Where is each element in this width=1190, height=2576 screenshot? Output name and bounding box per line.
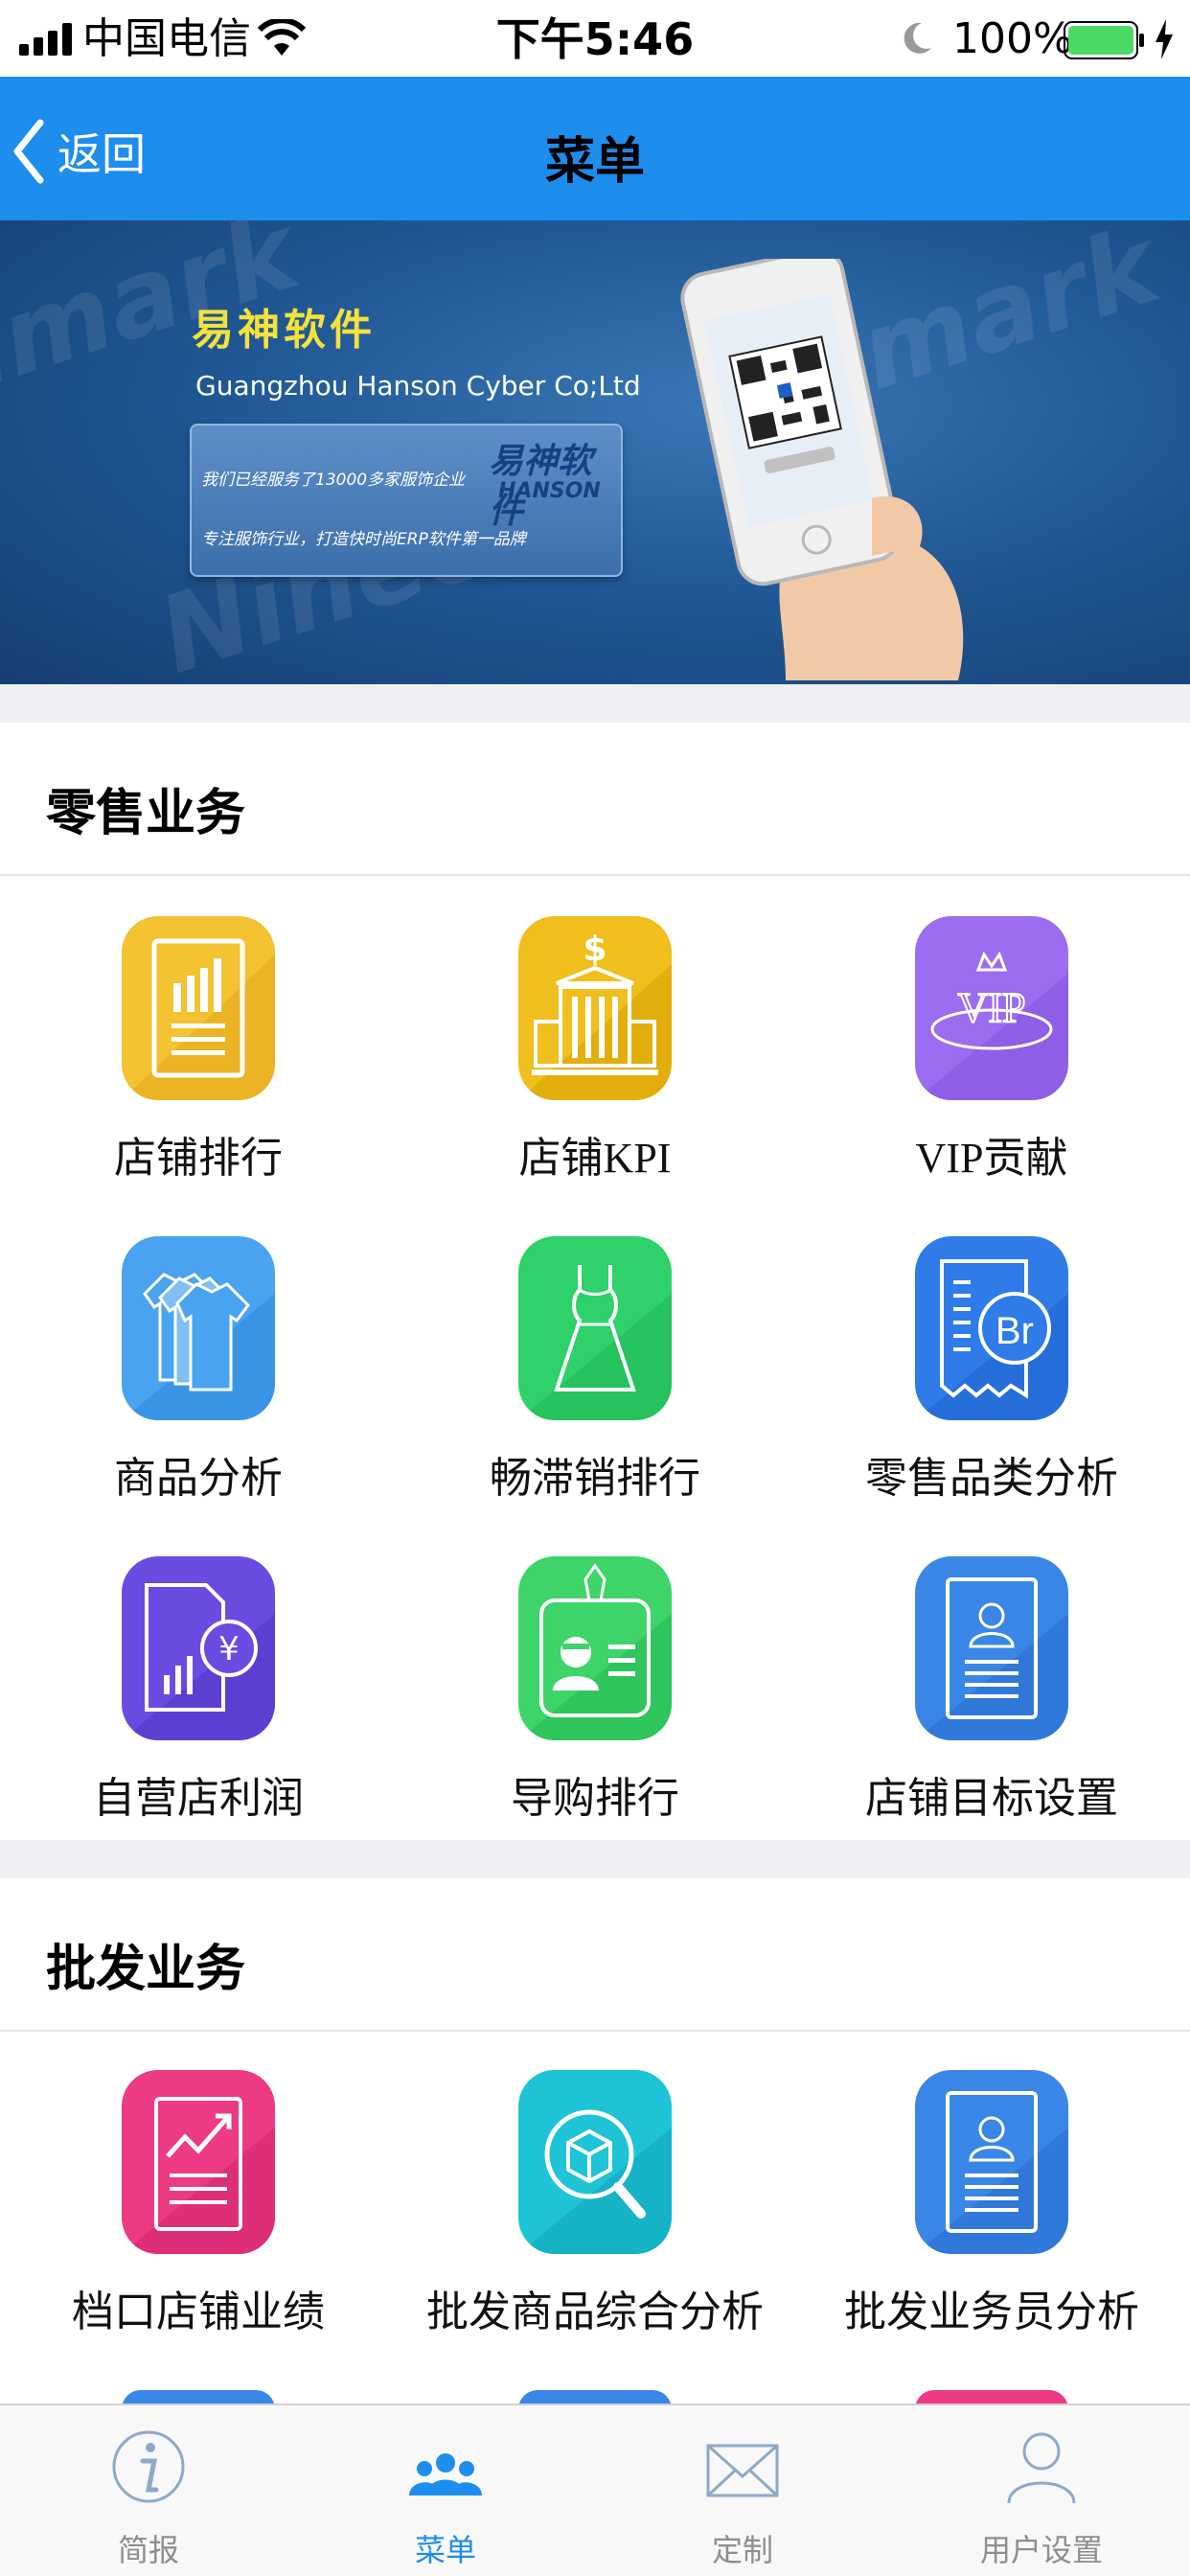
section-title-retail: 零售业务 [46, 785, 246, 842]
info-icon [112, 2430, 185, 2503]
menu-item-label: VIP贡献 [915, 1135, 1068, 1182]
trend-chart-icon [122, 2070, 275, 2254]
section-divider [0, 1840, 1190, 1878]
menu-item-label: 档口店铺业绩 [72, 2288, 325, 2335]
bank-building-icon: $ [518, 916, 672, 1100]
navigation-bar: 返回 菜单 [0, 77, 1190, 220]
menu-item-guide-ranking[interactable]: 导购排行 [397, 1556, 793, 1873]
menu-item-label: 批发业务员分析 [844, 2288, 1139, 2335]
banner-company-en: Guangzhou Hanson Cyber Co;Ltd [195, 370, 641, 402]
menu-item-retail-category-analysis[interactable]: Br 零售品类分析 [793, 1236, 1190, 1552]
promo-banner[interactable]: lmark l mark Nine&Q 易神软件 Guangzhou Hanso… [0, 220, 1190, 684]
menu-item-wholesale-salesperson-analysis[interactable]: 批发业务员分析 [793, 2070, 1190, 2386]
banner-card-line2: 专注服饰行业，打造快时尚ERP软件第一品牌 [201, 530, 526, 549]
banner-card-line1: 我们已经服务了13000多家服饰企业 [201, 471, 466, 490]
menu-item-label: 零售品类分析 [865, 1455, 1118, 1502]
status-bar: 中国电信 下午5:46 100% [0, 0, 1190, 77]
vip-crown-icon: VIP [915, 916, 1068, 1100]
menu-item-label: 商品分析 [114, 1455, 283, 1502]
battery-percent: 100% [952, 14, 1073, 63]
charging-icon [1156, 19, 1173, 59]
yuan-report-icon: ¥ [122, 1556, 275, 1740]
moon-icon [904, 22, 931, 54]
tab-briefing[interactable]: 简报 [0, 2405, 297, 2576]
profile-document-icon [915, 2070, 1068, 2254]
menu-item-vip-contribution[interactable]: VIP VIP贡献 [793, 916, 1190, 1232]
mail-icon [706, 2444, 779, 2497]
package-search-icon [518, 2070, 672, 2254]
brand-receipt-icon: Br [915, 1236, 1068, 1420]
menu-item-label: 批发商品综合分析 [426, 2288, 764, 2335]
banner-card: 我们已经服务了13000多家服饰企业 专注服饰行业，打造快时尚ERP软件第一品牌… [190, 424, 623, 577]
svg-text:Br: Br [995, 1310, 1034, 1352]
menu-item-store-target-setting[interactable]: 店铺目标设置 [793, 1556, 1190, 1873]
section-divider [0, 684, 1190, 723]
menu-item-wholesale-product-analysis[interactable]: 批发商品综合分析 [397, 2070, 793, 2386]
banner-company-cn: 易神软件 [192, 306, 376, 355]
section-title-wholesale: 批发业务 [46, 1941, 246, 1998]
dress-icon [518, 1236, 672, 1420]
banner-card-brand-en: HANSON [498, 479, 601, 503]
phone-qr-illustration [680, 259, 964, 680]
menu-item-label: 导购排行 [511, 1775, 679, 1822]
tab-label: 菜单 [414, 2532, 476, 2568]
menu-item-store-ranking[interactable]: 店铺排行 [0, 916, 397, 1232]
page-title: 菜单 [544, 133, 645, 191]
menu-item-sales-ranking[interactable]: 畅滞销排行 [397, 1236, 793, 1552]
menu-item-label: 畅滞销排行 [490, 1455, 700, 1502]
tab-custom[interactable]: 定制 [594, 2405, 891, 2576]
battery-icon [1064, 21, 1144, 59]
menu-item-own-store-profit[interactable]: ¥ 自营店利润 [0, 1556, 397, 1873]
menu-item-label: 店铺排行 [114, 1135, 283, 1182]
section-header-wholesale: 批发业务 [0, 1878, 1190, 2032]
tab-bar: 简报 菜单 定制 用户设置 [0, 2404, 1190, 2576]
shirts-icon [122, 1236, 275, 1420]
tab-menu[interactable]: 菜单 [297, 2405, 594, 2576]
tab-user-settings[interactable]: 用户设置 [893, 2405, 1190, 2576]
profile-document-icon [915, 1556, 1068, 1740]
tab-label: 定制 [711, 2532, 773, 2568]
menu-item-label: 店铺目标设置 [865, 1775, 1118, 1822]
menu-item-label: 店铺KPI [518, 1135, 672, 1182]
bar-chart-document-icon [122, 916, 275, 1100]
tab-label: 用户设置 [979, 2532, 1103, 2568]
menu-item-product-analysis[interactable]: 商品分析 [0, 1236, 397, 1552]
staff-badge-icon [518, 1556, 672, 1740]
user-icon [1007, 2432, 1076, 2504]
section-header-retail: 零售业务 [0, 723, 1190, 876]
menu-item-label: 自营店利润 [93, 1775, 304, 1822]
svg-text:VIP: VIP [958, 984, 1026, 1031]
group-icon [409, 2453, 482, 2496]
tab-label: 简报 [117, 2532, 179, 2568]
menu-item-store-kpi[interactable]: $ 店铺KPI [397, 916, 793, 1232]
svg-text:¥: ¥ [218, 1630, 240, 1668]
svg-text:$: $ [583, 930, 606, 969]
menu-item-stall-store-performance[interactable]: 档口店铺业绩 [0, 2070, 397, 2386]
